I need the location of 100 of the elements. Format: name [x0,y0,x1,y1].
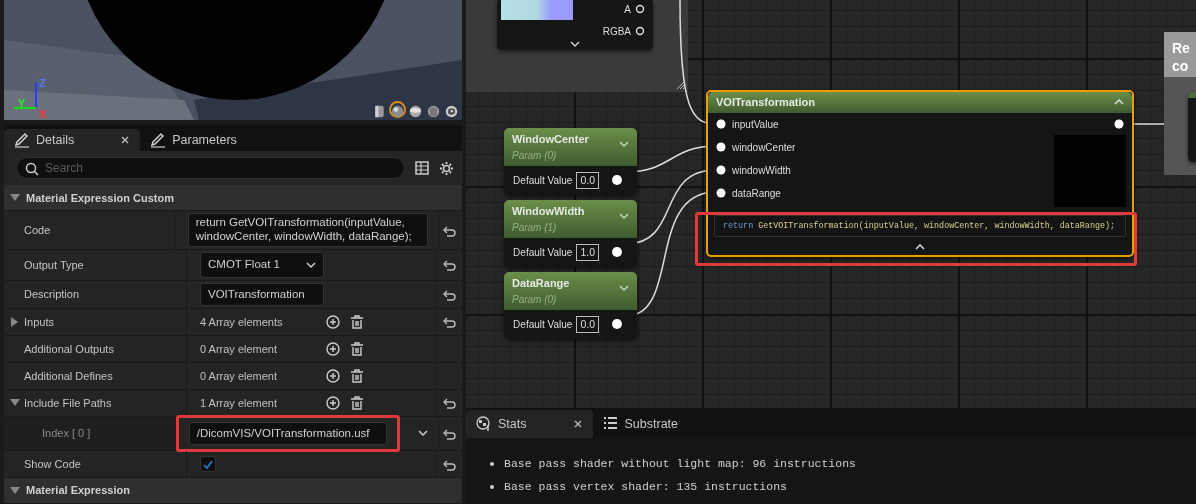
array-count: 0 Array element [200,341,279,357]
node-title: WindowCenter [512,132,589,147]
axis-icon [12,80,38,110]
add-icon[interactable] [326,368,340,383]
array-count: 1 Array element [200,395,279,411]
node-subtitle: Param (0) [512,292,557,307]
array-count: 4 Array elements [200,314,284,330]
edit-icon [14,132,30,149]
property-label: Additional Defines [24,368,113,384]
pin-label: RGBA [602,24,631,39]
node-subtitle: Param (1) [512,220,557,235]
pin-label: windowCenter [732,140,796,155]
code-field[interactable]: return GetVOITransformation(inputValue, windowCenter, windowWidth, dataRange); [187,213,428,248]
input-pin-icon[interactable] [716,165,728,175]
field-label: Default Value [513,245,573,260]
pin-label: A [624,2,631,17]
preview-shape-button[interactable] [389,100,406,118]
reset-icon[interactable] [442,396,457,410]
output-pin-icon[interactable] [611,174,625,187]
node-title: WindowWidth [512,204,585,219]
settings-icon[interactable] [439,160,454,176]
stats-icon [476,416,492,432]
chevron-icon [306,260,316,269]
delete-icon[interactable] [350,368,364,383]
property-label: Output Type [24,257,84,273]
property-label: Index [ 0 ] [42,426,91,442]
collapse-icon[interactable] [915,243,925,252]
panel-tab[interactable]: Stats [466,410,593,438]
pin-label: dataRange [732,186,781,201]
chevron-icon[interactable] [417,429,428,438]
array-count: 0 Array element [200,368,279,384]
node-title: DataRange [512,276,570,291]
property-label: Code [24,223,51,238]
input-pin-icon[interactable] [716,188,728,198]
code-expression: GetVOITransformation(inputValue, windowCenter, windowWidth, dataRange); [758,220,1116,231]
comment-text: Re [1172,39,1191,57]
axis-label: Y [18,98,26,109]
chevron-icon[interactable] [570,40,580,48]
stats-line: Base pass shader without light map: 96 instructions [504,455,856,472]
text-field[interactable]: VOITransformation [200,282,324,306]
node-subtitle: Param (0) [512,148,557,163]
property-label: Inputs [24,314,54,330]
property-label: Include File Paths [24,395,112,411]
search-field[interactable]: Search [16,157,405,180]
resize-grip-icon[interactable] [676,80,686,90]
output-pin-icon[interactable] [611,246,625,259]
field-label: Default Value [513,317,573,332]
field-label: Default Value [513,173,573,188]
add-icon[interactable] [326,395,340,410]
pin-label: windowWidth [732,163,791,178]
expand-arrow-icon[interactable] [10,316,20,327]
list-icon [602,416,619,432]
add-icon[interactable] [326,341,340,356]
custom-node[interactable]: VOITransformation inputValue windowCenter windowWidth dataRange return GetVOITransformation(inputValue, windowCenter, windowWidth, dataRange); [706,90,1134,258]
panel-tab[interactable]: Details [4,128,141,152]
expand-arrow-icon[interactable] [10,485,20,496]
value-field[interactable]: 1.0 [576,243,599,262]
node-title: VOITransformation [716,95,816,110]
close-icon[interactable] [120,135,131,146]
output-pin-icon[interactable] [635,4,645,14]
color-swatch [501,0,573,20]
edit-icon [150,132,167,149]
axis-label: Z [39,78,46,89]
search-icon [25,162,39,177]
property-label: Additional Outputs [24,341,114,357]
output-type-dropdown[interactable]: CMOT Float 1 [200,252,324,278]
check-icon [202,458,214,470]
parameter-node[interactable]: DataRange Param (0) Default Value 0.0 [504,272,637,340]
property-label: Description [24,286,80,302]
table-icon[interactable] [415,161,429,176]
property-label: Show Code [24,456,81,472]
parameter-node[interactable]: WindowWidth Param (1) Default Value 1.0 [504,200,637,268]
close-icon[interactable] [572,419,583,429]
output-pin-icon[interactable] [635,26,645,36]
expand-arrow-icon[interactable] [10,192,20,203]
comment-text: co [1172,57,1190,75]
bullet-icon [490,461,494,466]
value-field[interactable]: 0.0 [576,171,599,190]
stats-line: Base pass vertex shader: 135 instructions [504,478,787,495]
delete-icon[interactable] [350,395,364,410]
category-title: Material Expression Custom [26,190,174,206]
input-pin-icon[interactable] [716,119,728,129]
category-title: Material Expression [26,483,130,499]
axis-label: X [39,109,47,120]
parameter-node[interactable]: WindowCenter Param (0) Default Value 0.0 [504,128,637,196]
code-keyword: return [723,220,754,231]
checkbox[interactable] [200,456,216,472]
output-pin-icon[interactable] [1114,118,1126,129]
value-field[interactable]: 0.0 [576,315,599,334]
delete-icon[interactable] [350,341,364,356]
delete-icon[interactable] [350,314,364,329]
add-icon[interactable] [326,314,340,329]
expand-arrow-icon[interactable] [10,397,20,408]
input-pin-icon[interactable] [716,142,728,152]
reset-icon[interactable] [442,258,457,272]
reset-icon[interactable] [442,315,457,329]
output-pin-icon[interactable] [611,318,625,331]
bullet-icon [490,484,494,489]
pin-label: inputValue [732,117,779,132]
path-field[interactable]: /DicomVIS/VOITransformation.usf [188,421,387,445]
